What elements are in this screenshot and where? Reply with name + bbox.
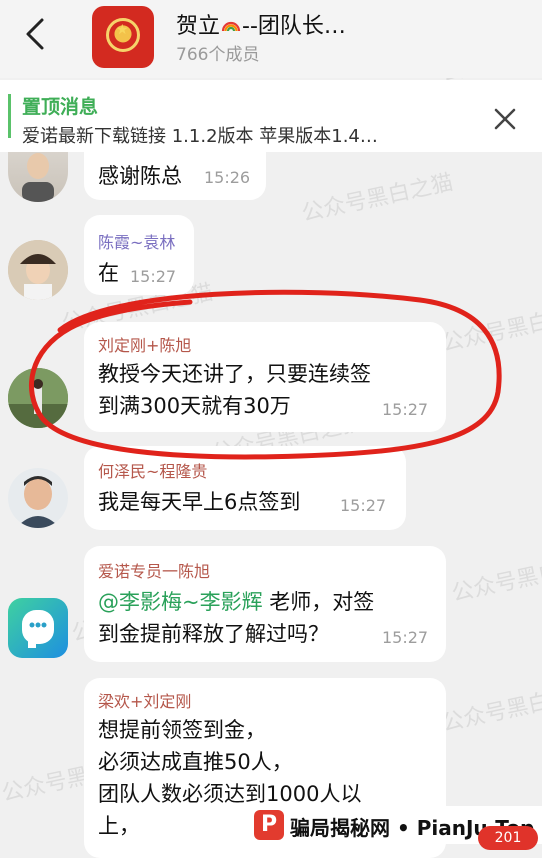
- person-avatar-icon: [22, 153, 54, 202]
- person-avatar-icon: [8, 468, 68, 528]
- message-text: 感谢陈总: [98, 164, 182, 188]
- sender-name[interactable]: 何泽民~程隆贵: [98, 458, 207, 482]
- message-time: 15:27: [382, 400, 429, 419]
- pinned-text: 爱诺最新下载链接 1.1.2版本 苹果版本1.4…: [22, 126, 378, 147]
- message-time: 15:27: [130, 267, 177, 286]
- mention-link[interactable]: @李影梅~李影辉: [98, 590, 263, 614]
- unread-badge[interactable]: 201: [478, 826, 538, 850]
- sender-name[interactable]: 刘定刚+陈旭: [98, 332, 191, 356]
- watermark: 公众号黑白之猫: [439, 300, 542, 357]
- message-bubble[interactable]: 刘定刚+陈旭 教授今天还讲了，只要连续签 到满300天就有30万 15:27: [84, 322, 446, 432]
- sender-name[interactable]: 陈霞~袁林: [98, 229, 175, 253]
- avatar[interactable]: [8, 368, 68, 428]
- watermark: 公众号黑白之猫: [449, 550, 542, 607]
- message-text: 我是每天早上6点签到: [98, 490, 301, 514]
- group-avatar[interactable]: ★: [92, 6, 154, 68]
- star-icon: ★: [116, 22, 129, 38]
- close-icon[interactable]: [490, 104, 520, 134]
- back-arrow-icon[interactable]: [22, 14, 52, 54]
- chat-header: ★ 贺立 --团队长… 766个成员: [0, 0, 542, 78]
- person-avatar-icon: [8, 240, 68, 300]
- message-bubble[interactable]: 陈霞~袁林 在 15:27: [84, 215, 194, 295]
- person-avatar-icon: [8, 368, 68, 428]
- sender-name[interactable]: 梁欢+刘定刚: [98, 688, 191, 712]
- message-time: 15:26: [204, 168, 251, 187]
- message-time: 15:27: [340, 496, 387, 515]
- pinned-accent-bar: [8, 94, 11, 138]
- message-bubble[interactable]: 感谢陈总 15:26: [84, 152, 266, 200]
- pinned-message-banner[interactable]: 置顶消息 爱诺最新下载链接 1.1.2版本 苹果版本1.4…: [0, 80, 542, 152]
- site-logo-icon: P: [254, 810, 284, 840]
- app-logo-avatar[interactable]: [8, 598, 68, 658]
- watermark: 公众号黑白之猫: [439, 680, 542, 737]
- avatar[interactable]: [8, 152, 68, 202]
- message-time: 15:27: [382, 628, 429, 647]
- avatar[interactable]: [8, 240, 68, 300]
- message-bubble[interactable]: 爱诺专员一陈旭 @李影梅~李影辉 老师，对签 到金提前释放了解过吗？ 15:27: [84, 546, 446, 662]
- pinned-title: 置顶消息: [22, 96, 99, 118]
- avatar[interactable]: [8, 468, 68, 528]
- message-bubble[interactable]: 何泽民~程隆贵 我是每天早上6点签到 15:27: [84, 446, 406, 530]
- sender-name[interactable]: 爱诺专员一陈旭: [98, 558, 210, 582]
- chat-bubble-logo-icon: [22, 610, 54, 648]
- message-text: 在: [98, 261, 119, 285]
- member-count: 766个成员: [176, 45, 260, 65]
- rainbow-emoji-icon: [221, 21, 241, 32]
- watermark: 公众号黑白之猫: [299, 170, 456, 227]
- group-title[interactable]: 贺立 --团队长…: [176, 8, 346, 40]
